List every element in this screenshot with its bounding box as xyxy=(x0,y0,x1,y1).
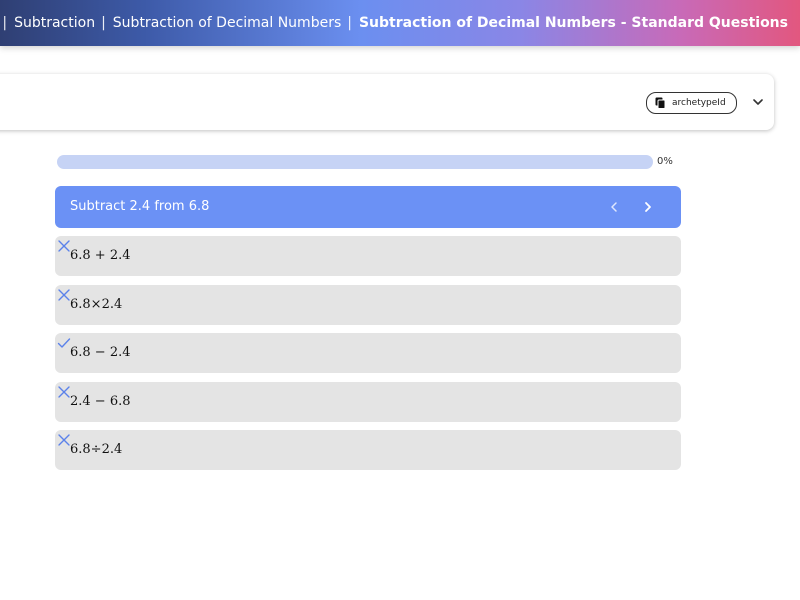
question-header-card: archetypeId xyxy=(0,74,774,130)
archetype-id-label: archetypeId xyxy=(672,98,726,108)
answer-option[interactable]: 2.4 − 6.8 xyxy=(55,381,681,422)
chevron-left-icon[interactable] xyxy=(606,199,622,215)
breadcrumb-item-subtraction[interactable]: Subtraction xyxy=(14,15,95,31)
chevron-right-icon[interactable] xyxy=(640,199,656,215)
cross-icon xyxy=(57,287,71,301)
answer-option-text: 6.8 + 2.4 xyxy=(70,248,131,263)
chevron-down-icon[interactable] xyxy=(750,94,766,110)
answer-option-text: 6.8×2.4 xyxy=(70,296,123,312)
answer-option[interactable]: 6.8÷2.4 xyxy=(55,430,681,470)
question-bar: Subtract 2.4 from 6.8 xyxy=(55,186,681,228)
breadcrumb-item-current: Subtraction of Decimal Numbers - Standar… xyxy=(358,15,788,31)
breadcrumb-item-decimal-subtraction[interactable]: Subtraction of Decimal Numbers xyxy=(113,15,341,31)
breadcrumb-separator: | xyxy=(347,15,352,31)
cross-icon xyxy=(57,384,71,398)
answer-option-text: 6.8÷2.4 xyxy=(70,442,123,457)
answer-options-list: 6.8 + 2.4 6.8×2.4 6.8 − 2.4 2.4 − 6.8 6.… xyxy=(55,236,681,479)
progress-percent: 0% xyxy=(657,156,673,167)
cross-icon xyxy=(57,432,71,446)
answer-option-correct[interactable]: 6.8 − 2.4 xyxy=(55,333,681,373)
top-header-bar: | Subtraction | Subtraction of Decimal N… xyxy=(0,0,800,46)
check-icon xyxy=(57,335,71,349)
copy-icon xyxy=(655,97,666,109)
breadcrumb-separator: | xyxy=(2,15,8,31)
breadcrumb: | Subtraction | Subtraction of Decimal N… xyxy=(0,0,788,46)
answer-option[interactable]: 6.8×2.4 xyxy=(55,284,681,325)
answer-option[interactable]: 6.8 + 2.4 xyxy=(55,236,681,276)
answer-option-text: 2.4 − 6.8 xyxy=(70,393,131,409)
question-text: Subtract 2.4 from 6.8 xyxy=(70,199,210,214)
cross-icon xyxy=(57,238,71,252)
breadcrumb-separator: | xyxy=(101,15,106,31)
archetype-id-chip[interactable]: archetypeId xyxy=(646,92,737,114)
answer-option-text: 6.8 − 2.4 xyxy=(70,345,131,360)
progress-bar xyxy=(57,155,653,169)
